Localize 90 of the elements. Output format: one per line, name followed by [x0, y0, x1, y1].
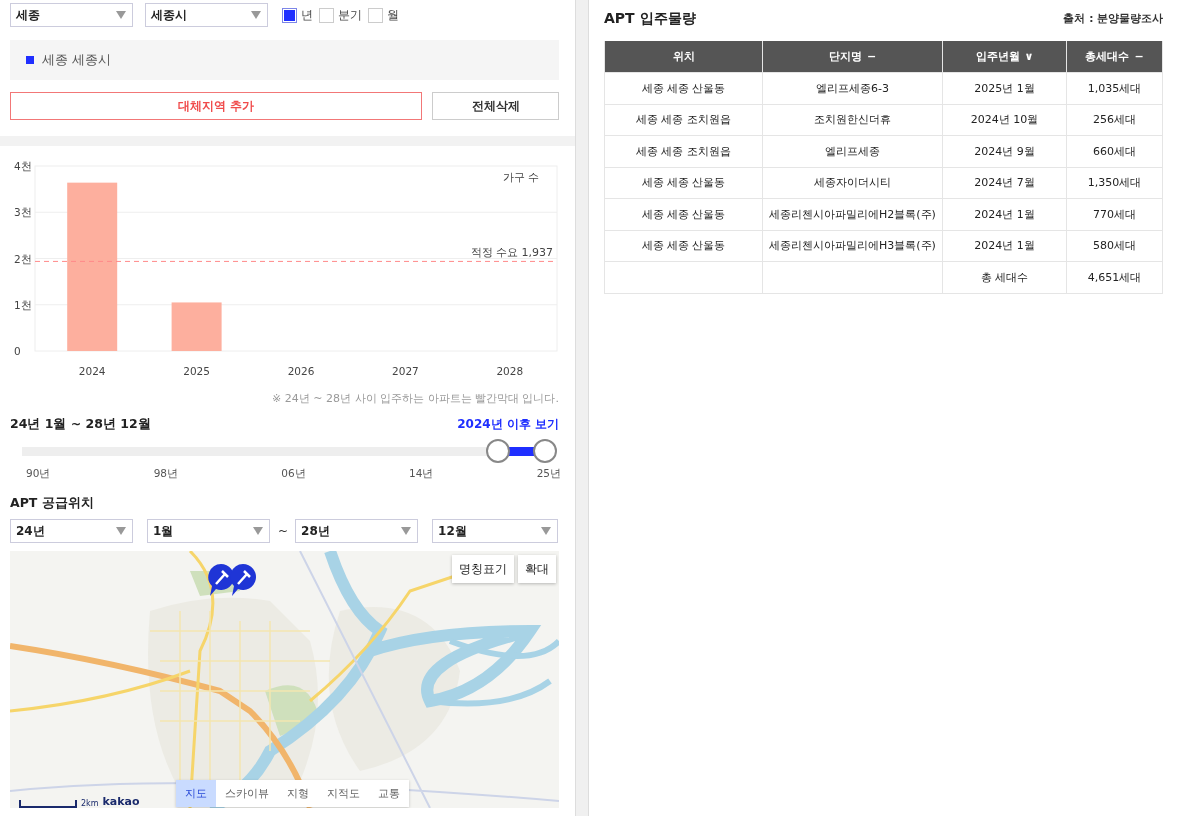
table-cell: 세종자이더시티	[762, 167, 943, 199]
checkbox[interactable]	[368, 7, 383, 23]
table-cell: 2024년 7월	[942, 167, 1067, 199]
table-cell: 580세대	[1066, 230, 1163, 262]
bar	[171, 302, 222, 351]
map-type-tab[interactable]: 지형	[278, 780, 318, 807]
caret-icon	[253, 527, 263, 535]
checkbox-label[interactable]: 분기	[338, 6, 362, 24]
axis-label: 0	[14, 345, 21, 357]
table-cell: 1,035세대	[1066, 72, 1163, 104]
table-cell: 2024년 9월	[942, 135, 1067, 167]
axis-label: 2027	[392, 365, 419, 377]
axis-label: 2025	[183, 365, 210, 377]
checkbox[interactable]	[319, 7, 334, 23]
tick-label: 90년	[26, 467, 51, 481]
table-cell: 총 세대수	[942, 261, 1067, 293]
table-cell: 4,651세대	[1066, 261, 1163, 293]
dropdown[interactable]: 12월	[432, 519, 559, 543]
column-header[interactable]: 위치	[604, 41, 763, 73]
delete-all-button[interactable]: 전체삭제	[432, 92, 559, 120]
map-marker-icon	[229, 563, 257, 597]
map-type-tab[interactable]: 스카이뷰	[216, 780, 278, 807]
table-cell: 조치원한신더휴	[762, 104, 943, 136]
threshold-label: 적정 수요 1,937	[470, 246, 553, 260]
table-cell: 엘리프세종6-3	[762, 72, 943, 104]
table-cell: 세종 세종 조치원읍	[604, 104, 763, 136]
checkbox[interactable]	[282, 7, 297, 23]
axis-label: 2028	[496, 365, 524, 377]
range-title: 24년 1월 ~ 28년 12월	[10, 416, 151, 433]
dropdown[interactable]: 28년	[295, 519, 419, 543]
table-cell: 2024년 10월	[942, 104, 1067, 136]
dropdown[interactable]: 24년	[10, 519, 133, 543]
section-title: APT 공급위치	[10, 495, 95, 512]
caret-icon	[251, 11, 261, 19]
table-cell: 770세대	[1066, 198, 1163, 230]
axis-label: 1천	[14, 298, 32, 311]
table-cell: 세종 세종 산울동	[604, 230, 763, 262]
axis-label: 2026	[287, 365, 315, 377]
table-cell: 세종 세종 조치원읍	[604, 135, 763, 167]
table-cell: 660세대	[1066, 135, 1163, 167]
table-cell: 256세대	[1066, 104, 1163, 136]
tick-label: 25년	[536, 467, 561, 481]
axis-label: 2천	[14, 252, 32, 265]
table-cell: 2024년 1월	[942, 230, 1067, 262]
map-type-tab[interactable]: 지도	[176, 780, 216, 807]
slider-thumb[interactable]	[485, 439, 510, 463]
table-cell: 세종 세종 산울동	[604, 198, 763, 230]
source-label: 출처 : 분양물량조사	[1063, 12, 1163, 26]
tick-label: 14년	[408, 467, 434, 481]
add-region-button[interactable]: 대체지역 추가	[10, 92, 422, 120]
caret-icon	[116, 11, 126, 19]
dropdown[interactable]: 1월	[147, 519, 270, 543]
map-logo: kakao	[102, 795, 140, 808]
map-type-tab[interactable]: 교통	[369, 780, 409, 807]
checkbox-label[interactable]: 월	[387, 6, 399, 24]
slider-thumb[interactable]	[533, 439, 557, 463]
link[interactable]: 2024년 이후 보기	[457, 416, 559, 433]
map-type-tab[interactable]: 지적도	[318, 780, 369, 807]
table-cell: 세종리첸시아파밀리에H3블록(주)	[762, 230, 943, 262]
caret-icon	[541, 527, 552, 535]
table-cell: 세종 세종 산울동	[604, 167, 763, 199]
legend-label: 가구 수	[502, 171, 539, 184]
table-cell: 1,350세대	[1066, 167, 1163, 199]
dropdown[interactable]: 세종	[10, 3, 133, 27]
map-marker-icon	[207, 563, 235, 597]
tick-label: 06년	[281, 467, 306, 481]
axis-label: 4천	[14, 160, 32, 172]
caret-icon	[401, 527, 412, 535]
column-header[interactable]: 총세대수 −	[1066, 41, 1163, 73]
chart-note: ※ 24년 ~ 28년 사이 입주하는 아파트는 빨간막대 입니다.	[271, 391, 560, 406]
region-label[interactable]: 세종 세종시	[42, 51, 111, 69]
checkbox-label[interactable]: 년	[301, 6, 313, 24]
dropdown[interactable]: 세종시	[145, 3, 268, 27]
axis-label: 2024	[78, 365, 106, 377]
axis-label: 3천	[14, 206, 32, 219]
column-header[interactable]: 단지명 −	[762, 41, 943, 73]
table-cell: 2025년 1월	[942, 72, 1067, 104]
map-control-button[interactable]: 확대	[518, 555, 556, 583]
table-cell: 2024년 1월	[942, 198, 1067, 230]
scale-label: 2km	[81, 799, 99, 808]
table-cell: 세종리첸시아파밀리에H2블록(주)	[762, 198, 943, 230]
caret-icon	[116, 527, 126, 535]
scale-bar-icon	[19, 800, 77, 808]
map-control-button[interactable]: 명칭표기	[452, 555, 514, 583]
range-separator: ~	[278, 524, 289, 538]
table-cell: 세종 세종 산울동	[604, 72, 763, 104]
tick-label: 98년	[153, 467, 179, 481]
panel-title: APT 입주물량	[604, 10, 696, 28]
column-header[interactable]: 입주년월 ∨	[942, 41, 1067, 73]
table-cell: 엘리프세종	[762, 135, 943, 167]
